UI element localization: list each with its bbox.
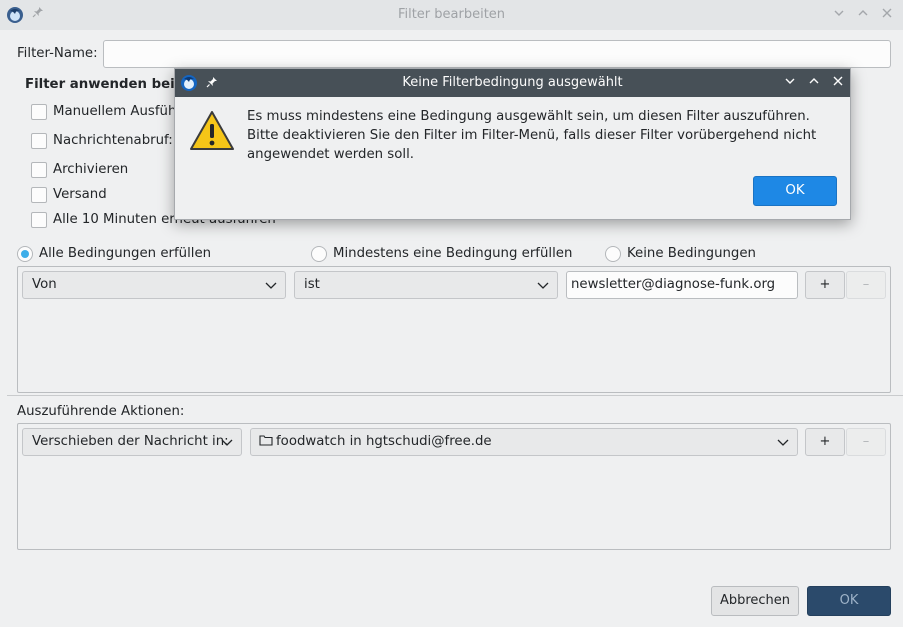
folder-icon — [259, 435, 273, 446]
divider — [7, 395, 903, 396]
action-type-select[interactable]: Verschieben der Nachricht in: — [22, 428, 242, 456]
add-action-button[interactable]: + — [805, 428, 845, 456]
chevron-down-icon — [777, 439, 789, 446]
radio-match-any[interactable] — [311, 246, 327, 262]
chevron-down-icon — [537, 282, 549, 289]
checkbox-archiving[interactable] — [31, 162, 47, 178]
minimize-icon[interactable] — [830, 6, 848, 24]
radio-match-any-label: Mindestens eine Bedingung erfüllen — [333, 246, 573, 261]
action-target-select[interactable]: foodwatch in hgtschudi@free.de — [250, 428, 798, 456]
checkbox-archiving-label: Archivieren — [53, 162, 129, 177]
chevron-down-icon — [265, 282, 277, 289]
checkbox-sending[interactable] — [31, 187, 47, 203]
filter-name-label: Filter-Name: — [17, 46, 98, 61]
no-condition-dialog: Keine Filterbedingung ausgewählt Es muss… — [174, 68, 851, 220]
dialog-message: Es muss mindestens eine Bedingung ausgew… — [247, 109, 817, 162]
checkbox-manual-run[interactable] — [31, 104, 47, 120]
condition-value-input[interactable]: newsletter@diagnose-funk.org — [566, 271, 798, 299]
filter-name-input[interactable] — [103, 40, 891, 68]
actions-heading: Auszuführende Aktionen: — [17, 404, 185, 419]
maximize-icon[interactable] — [854, 6, 872, 24]
ok-button[interactable]: OK — [807, 586, 891, 616]
condition-field-select[interactable]: Von — [22, 271, 286, 299]
dialog-title: Keine Filterbedingung ausgewählt — [402, 75, 623, 90]
action-target-value: foodwatch in hgtschudi@free.de — [276, 434, 492, 449]
remove-condition-button[interactable]: – — [846, 271, 886, 299]
remove-action-button[interactable]: – — [846, 428, 886, 456]
checkbox-periodic[interactable] — [31, 212, 47, 228]
radio-match-all[interactable] — [17, 246, 33, 262]
checkbox-getting-mail-label: Nachrichtenabruf: — [53, 133, 173, 148]
dialog-titlebar: Keine Filterbedingung ausgewählt — [175, 69, 850, 97]
checkbox-getting-mail[interactable] — [31, 133, 47, 149]
radio-match-none[interactable] — [605, 246, 621, 262]
dialog-ok-button[interactable]: OK — [753, 176, 837, 206]
checkbox-sending-label: Versand — [53, 187, 107, 202]
action-type-value: Verschieben der Nachricht in: — [32, 434, 229, 449]
apply-when-heading: Filter anwenden bei: — [25, 77, 181, 92]
condition-field-value: Von — [32, 277, 57, 292]
minimize-icon[interactable] — [781, 74, 799, 92]
radio-match-none-label: Keine Bedingungen — [627, 246, 756, 261]
condition-operator-select[interactable]: ist — [294, 271, 558, 299]
radio-match-all-label: Alle Bedingungen erfüllen — [39, 246, 212, 261]
cancel-button[interactable]: Abbrechen — [711, 586, 799, 616]
window-title: Filter bearbeiten — [397, 7, 506, 22]
close-icon[interactable] — [829, 74, 847, 92]
maximize-icon[interactable] — [805, 74, 823, 92]
close-icon[interactable] — [878, 6, 896, 24]
warning-icon — [190, 111, 234, 150]
add-condition-button[interactable]: + — [805, 271, 845, 299]
chevron-down-icon — [221, 439, 233, 446]
window-titlebar: Filter bearbeiten — [0, 0, 903, 30]
condition-operator-value: ist — [304, 277, 320, 292]
